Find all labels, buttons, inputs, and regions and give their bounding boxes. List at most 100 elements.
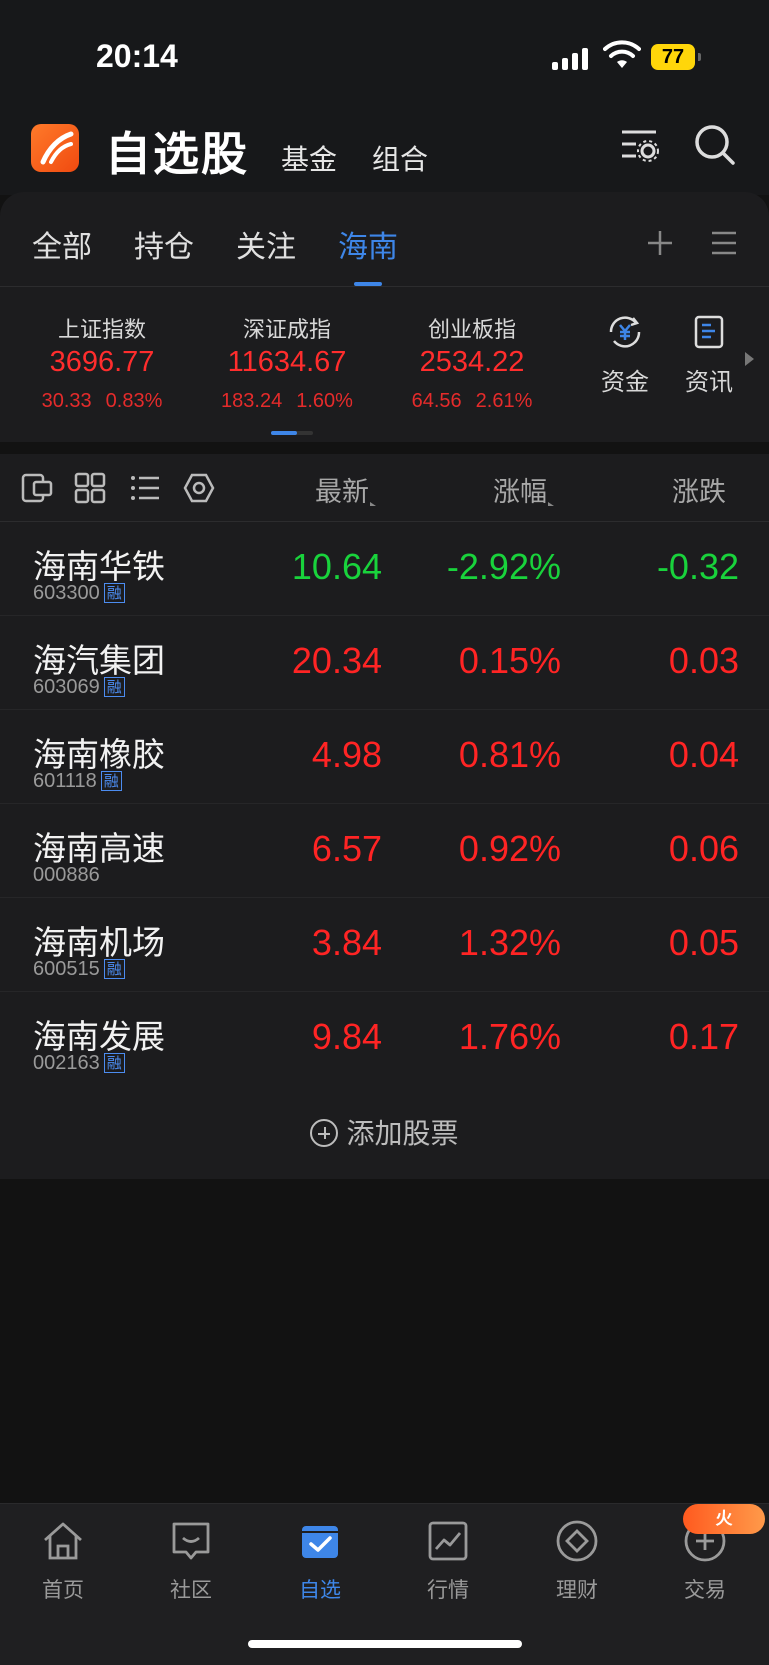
index-value: 11634.67 <box>227 346 347 378</box>
stock-name: 海南华铁 <box>33 547 165 586</box>
index-change: 183.24 1.60% <box>221 390 353 412</box>
stock-change: 0.06 <box>668 828 739 869</box>
nav-market[interactable]: 行情 <box>403 1518 493 1604</box>
stock-name: 海南发展 <box>33 1017 165 1056</box>
stock-price: 10.64 <box>291 546 382 587</box>
list-header: 最新 涨幅 涨跌 <box>0 454 769 522</box>
stock-name: 海南橡胶 <box>33 735 165 774</box>
nav-label: 自选 <box>299 1578 341 1602</box>
stock-price: 4.98 <box>311 734 382 775</box>
settings-hex-icon[interactable] <box>182 472 216 504</box>
community-icon <box>172 1522 210 1560</box>
grid-view-icon[interactable] <box>73 472 107 504</box>
battery-icon: 77 <box>651 44 701 70</box>
add-group-icon[interactable] <box>645 228 675 258</box>
index-card[interactable]: 上证指数 3696.77 30.33 0.83% <box>7 312 197 413</box>
stock-code: 002163 融 <box>33 1052 125 1075</box>
list-view-icon[interactable] <box>128 472 162 504</box>
stock-change-pct: 1.32% <box>458 922 561 963</box>
tabs-divider <box>0 286 769 287</box>
stock-change: 0.17 <box>668 1016 739 1057</box>
table-row[interactable]: 海汽集团 603069 融 20.34 0.15% 0.03 <box>0 616 769 710</box>
quick-link-label: 资金 <box>601 368 649 396</box>
nav-label: 社区 <box>170 1578 212 1602</box>
stock-change-pct: 1.76% <box>458 1016 561 1057</box>
nav-home[interactable]: 首页 <box>18 1518 108 1604</box>
margin-badge: 融 <box>103 677 125 697</box>
tab-watch[interactable]: 关注 <box>236 222 296 266</box>
stock-change-pct: -2.92% <box>446 546 561 587</box>
tab-holdings[interactable]: 持仓 <box>134 222 194 266</box>
app-header: 自选股 基金 组合 <box>0 110 769 195</box>
quick-link-news[interactable]: 资讯 <box>674 312 744 397</box>
wealth-diamond-icon <box>556 1520 598 1562</box>
table-row[interactable]: 海南发展 002163 融 9.84 1.76% 0.17 <box>0 992 769 1086</box>
tab-hainan[interactable]: 海南 <box>338 222 398 266</box>
index-card[interactable]: 创业板指 2534.22 64.56 2.61% <box>377 312 567 413</box>
yuan-flow-icon <box>609 316 641 348</box>
app-logo-icon <box>31 124 79 172</box>
table-row[interactable]: 海南华铁 603300 融 10.64 -2.92% -0.32 <box>0 522 769 616</box>
stock-code: 603069 融 <box>33 676 125 699</box>
add-stock-label: 添加股票 <box>346 1117 459 1150</box>
tab-fund[interactable]: 基金 <box>281 138 337 178</box>
index-card[interactable]: 深证成指 11634.67 183.24 1.60% <box>192 312 382 413</box>
group-menu-icon[interactable] <box>710 230 738 256</box>
home-indicator[interactable] <box>248 1640 522 1648</box>
index-name: 深证成指 <box>242 318 331 343</box>
tab-portfolio[interactable]: 组合 <box>372 138 428 178</box>
search-icon[interactable] <box>692 122 738 168</box>
index-change: 30.33 0.83% <box>41 390 163 412</box>
nav-label: 首页 <box>42 1578 84 1602</box>
stock-price: 6.57 <box>311 828 382 869</box>
status-bar: 20:14 77 <box>0 0 769 110</box>
stock-code: 603300 融 <box>33 582 125 605</box>
margin-badge: 融 <box>100 771 122 791</box>
stock-change: -0.32 <box>656 546 739 587</box>
nav-label: 理财 <box>556 1578 598 1602</box>
table-row[interactable]: 海南机场 600515 融 3.84 1.32% 0.05 <box>0 898 769 992</box>
column-latest[interactable]: 最新 <box>315 470 376 509</box>
nav-community[interactable]: 社区 <box>146 1518 236 1604</box>
column-change-pct[interactable]: 涨幅 <box>493 470 554 509</box>
cellular-signal-icon <box>552 46 592 70</box>
stock-change-pct: 0.81% <box>458 734 561 775</box>
stock-change-pct: 0.92% <box>458 828 561 869</box>
stock-name: 海南机场 <box>33 923 165 962</box>
stock-price: 9.84 <box>311 1016 382 1057</box>
tab-all[interactable]: 全部 <box>32 222 92 266</box>
list-settings-icon[interactable] <box>616 122 662 168</box>
nav-wealth[interactable]: 理财 <box>532 1518 622 1604</box>
stock-list: 最新 涨幅 涨跌 海南华铁 603300 融 10.64 -2.92% -0.32… <box>0 454 769 1179</box>
nav-label: 行情 <box>427 1578 469 1602</box>
stock-change: 0.04 <box>668 734 739 775</box>
stock-price: 20.34 <box>291 640 382 681</box>
home-icon <box>44 1522 82 1560</box>
watchlist-icon <box>302 1526 338 1558</box>
table-row[interactable]: 海南橡胶 601118 融 4.98 0.81% 0.04 <box>0 710 769 804</box>
add-stock-button[interactable]: 添加股票 <box>0 1112 769 1158</box>
stock-change: 0.05 <box>668 922 739 963</box>
scroll-right-arrow-icon[interactable] <box>745 352 754 366</box>
market-indices: 上证指数 3696.77 30.33 0.83% 深证成指 11634.67 18… <box>0 312 769 422</box>
wifi-icon <box>603 40 641 68</box>
index-change: 64.56 2.61% <box>411 390 533 412</box>
stock-code: 600515 融 <box>33 958 125 981</box>
news-doc-icon <box>694 315 724 349</box>
carousel-indicator <box>271 431 313 435</box>
index-name: 上证指数 <box>57 318 146 343</box>
nav-watchlist[interactable]: 自选 <box>275 1518 365 1604</box>
stock-rows: 海南华铁 603300 融 10.64 -2.92% -0.32 海汽集团 603… <box>0 522 769 1086</box>
quick-link-funds[interactable]: 资金 <box>590 312 660 397</box>
column-change[interactable]: 涨跌 <box>672 470 738 509</box>
stock-code: 000886 <box>33 864 100 886</box>
margin-badge: 融 <box>103 1053 125 1073</box>
table-row[interactable]: 海南高速 000886 6.57 0.92% 0.06 <box>0 804 769 898</box>
quick-link-label: 资讯 <box>685 368 733 396</box>
page-title: 自选股 <box>105 127 249 181</box>
stock-name: 海汽集团 <box>33 641 165 680</box>
stock-change: 0.03 <box>668 640 739 681</box>
add-circle-icon <box>310 1119 339 1147</box>
index-name: 创业板指 <box>427 318 516 343</box>
edit-list-icon[interactable] <box>20 472 54 504</box>
